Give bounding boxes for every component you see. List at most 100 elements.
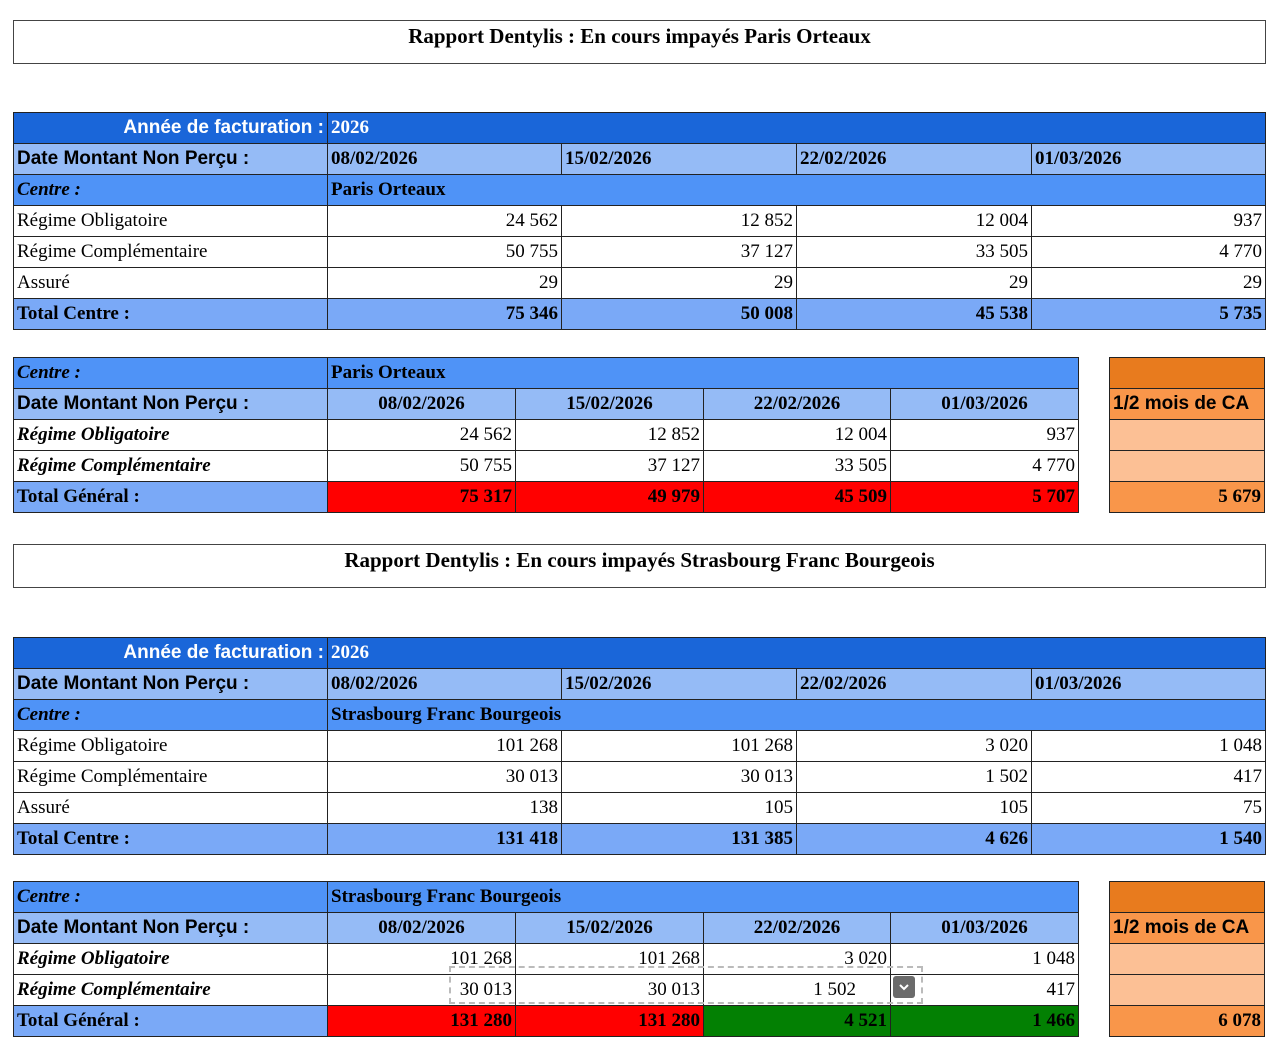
total-label: Total Général :	[13, 1005, 328, 1037]
cell-value: 24 562	[327, 419, 516, 451]
cell-value[interactable]: 1 502	[703, 974, 891, 1006]
total-value: 131 418	[327, 823, 562, 855]
table-row: Assuré 29 29 29 29	[13, 267, 1266, 299]
total-value: 1 540	[1031, 823, 1266, 855]
total-value: 131 280	[327, 1005, 516, 1037]
table-row: Régime Obligatoire 24 562 12 852 12 004 …	[13, 419, 1080, 451]
date-label: Date Montant Non Perçu :	[13, 143, 328, 175]
date-header: 08/02/2026	[327, 912, 516, 944]
ca-table: 1/2 mois de CA 6 078	[1109, 881, 1265, 1037]
table-row: Régime Obligatoire 24 562 12 852 12 004 …	[13, 205, 1266, 237]
table-row: Régime Complémentaire 30 013 30 013 1 50…	[13, 974, 1080, 1006]
year-label: Année de facturation :	[13, 112, 328, 144]
cell-value: 1 502	[796, 761, 1032, 793]
total-value: 131 280	[515, 1005, 704, 1037]
centre-name: Paris Orteaux	[327, 174, 1266, 206]
date-header: 15/02/2026	[561, 143, 797, 175]
cell-value: 138	[327, 792, 562, 824]
ca-empty-cell	[1109, 974, 1265, 1006]
row-label: Régime Obligatoire	[13, 419, 328, 451]
cell-value[interactable]: 30 013	[515, 974, 704, 1006]
table-row: Régime Complémentaire 30 013 30 013 1 50…	[13, 761, 1266, 793]
ca-label: 1/2 mois de CA	[1109, 912, 1265, 944]
centre-label: Centre :	[13, 881, 328, 913]
cell-value: 101 268	[327, 730, 562, 762]
cell-value: 101 268	[561, 730, 797, 762]
total-value: 49 979	[515, 481, 704, 513]
centre-name: Strasbourg Franc Bourgeois	[327, 699, 1266, 731]
row-label: Régime Complémentaire	[13, 236, 328, 268]
cell-value: 101 268	[515, 943, 704, 975]
total-value: 131 385	[561, 823, 797, 855]
table-row: Régime Complémentaire 50 755 37 127 33 5…	[13, 236, 1266, 268]
table-row: Régime Obligatoire 101 268 101 268 3 020…	[13, 943, 1080, 975]
cell-value: 12 004	[703, 419, 891, 451]
centre-name: Strasbourg Franc Bourgeois	[326, 881, 1080, 913]
row-label: Assuré	[13, 792, 328, 824]
cell-value: 33 505	[796, 236, 1032, 268]
cell-value: 37 127	[561, 236, 797, 268]
date-label: Date Montant Non Perçu :	[13, 668, 328, 700]
date-header: 22/02/2026	[796, 668, 1032, 700]
ca-empty-cell	[1109, 943, 1265, 975]
date-header: 01/03/2026	[1031, 143, 1266, 175]
ca-value: 6 078	[1109, 1005, 1265, 1037]
cell-value: 101 268	[327, 943, 516, 975]
chevron-down-icon[interactable]	[893, 976, 915, 998]
cell-value: 3 020	[796, 730, 1032, 762]
row-label: Régime Complémentaire	[13, 761, 328, 793]
row-label: Régime Obligatoire	[13, 730, 328, 762]
total-value: 45 538	[796, 298, 1032, 330]
ca-table: 1/2 mois de CA 5 679	[1109, 357, 1265, 513]
cell-value: 29	[327, 267, 562, 299]
total-label: Total Centre :	[13, 298, 328, 330]
total-label: Total Général :	[13, 481, 328, 513]
ca-empty-cell	[1109, 419, 1265, 451]
date-header: 22/02/2026	[796, 143, 1032, 175]
row-label: Régime Obligatoire	[13, 943, 328, 975]
cell-value: 12 852	[561, 205, 797, 237]
cell-value: 417	[1031, 761, 1266, 793]
cell-value: 75	[1031, 792, 1266, 824]
cell-value: 105	[561, 792, 797, 824]
cell-value: 4 770	[1031, 236, 1266, 268]
date-header: 01/03/2026	[889, 388, 1080, 420]
cell-value: 3 020	[703, 943, 891, 975]
report-title: Rapport Dentylis : En cours impayés Stra…	[13, 544, 1266, 588]
row-label: Régime Complémentaire	[13, 974, 328, 1006]
table-row: Assuré 138 105 105 75	[13, 792, 1266, 824]
year-value: 2026	[327, 112, 1266, 144]
cell-value: 30 013	[327, 761, 562, 793]
date-header: 15/02/2026	[515, 912, 704, 944]
ca-header	[1109, 357, 1265, 389]
centre-name: Paris Orteaux	[326, 357, 1080, 389]
date-header: 08/02/2026	[327, 143, 562, 175]
cell-value: 417	[889, 974, 1080, 1006]
report-summary-table: Centre : Paris Orteaux Date Montant Non …	[13, 357, 1080, 513]
centre-label: Centre :	[13, 357, 328, 389]
report-detail-table: Année de facturation : 2026 Date Montant…	[13, 637, 1266, 855]
cell-value: 937	[889, 419, 1080, 451]
year-value: 2026	[327, 637, 1266, 669]
cell-value: 29	[561, 267, 797, 299]
date-label: Date Montant Non Perçu :	[13, 912, 328, 944]
ca-empty-cell	[1109, 450, 1265, 482]
centre-label: Centre :	[13, 174, 328, 206]
date-header: 22/02/2026	[703, 388, 891, 420]
cell-value: 937	[1031, 205, 1266, 237]
cell-value: 1 048	[889, 943, 1080, 975]
total-value: 75 317	[327, 481, 516, 513]
total-row: Total Centre : 131 418 131 385 4 626 1 5…	[13, 823, 1266, 855]
cell-value: 4 770	[889, 450, 1080, 482]
table-row: Régime Complémentaire 50 755 37 127 33 5…	[13, 450, 1080, 482]
report-summary-table: Centre : Strasbourg Franc Bourgeois Date…	[13, 881, 1080, 1037]
total-value: 4 521	[703, 1005, 891, 1037]
date-header: 22/02/2026	[703, 912, 891, 944]
cell-value: 33 505	[703, 450, 891, 482]
cell-value: 12 004	[796, 205, 1032, 237]
cell-value: 50 755	[327, 236, 562, 268]
total-value: 5 735	[1031, 298, 1266, 330]
cell-value: 30 013	[561, 761, 797, 793]
cell-value: 29	[796, 267, 1032, 299]
cell-value[interactable]: 30 013	[327, 974, 516, 1006]
